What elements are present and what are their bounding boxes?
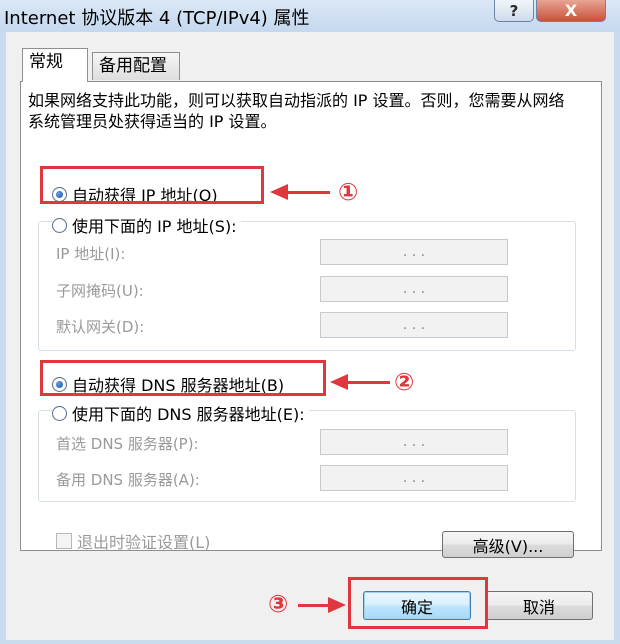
tab-alternate-config[interactable]: 备用配置	[92, 52, 180, 80]
arrow-shaft	[348, 380, 390, 384]
radio-manual-dns-label: 使用下面的 DNS 服务器地址(E):	[72, 405, 305, 424]
arrow-step2	[330, 374, 390, 390]
advanced-button[interactable]: 高级(V)...	[442, 531, 574, 558]
tcpip-properties-dialog: Internet 协议版本 4 (TCP/IPv4) 属性 ? X 常规 备用配…	[0, 0, 620, 644]
highlight-box-auto-dns	[40, 360, 326, 396]
ip-address-value: . . .	[402, 244, 426, 260]
cancel-button[interactable]: 取消	[485, 591, 593, 620]
help-button[interactable]: ?	[494, 0, 534, 22]
default-gateway-input[interactable]: . . .	[320, 312, 508, 338]
radio-manual-dns[interactable]: 使用下面的 DNS 服务器地址(E):	[52, 401, 309, 425]
arrow-left-icon	[330, 374, 348, 390]
arrow-right-icon	[328, 597, 346, 613]
subnet-mask-input[interactable]: . . .	[320, 276, 508, 302]
description-text: 如果网络支持此功能，则可以获取自动指派的 IP 设置。否则，您需要从网络系统管理…	[28, 91, 565, 131]
arrow-shaft	[298, 603, 328, 607]
step3-marker: ③	[268, 590, 289, 618]
arrow-step1	[270, 184, 330, 200]
radio-manual-ip[interactable]: 使用下面的 IP 地址(S):	[52, 213, 241, 237]
validate-on-exit-checkbox[interactable]: 退出时验证设置(L)	[56, 529, 210, 553]
ip-address-label: IP 地址(I):	[56, 245, 126, 263]
radio-button-unchecked-icon[interactable]	[52, 217, 67, 233]
alternate-dns-label: 备用 DNS 服务器(A):	[56, 471, 200, 489]
default-gateway-value: . . .	[402, 317, 426, 333]
tab-general[interactable]: 常规	[22, 48, 88, 82]
preferred-dns-label: 首选 DNS 服务器(P):	[56, 435, 199, 453]
close-button[interactable]: X	[536, 0, 606, 22]
step1-marker: ①	[338, 178, 359, 206]
arrow-left-icon	[270, 184, 288, 200]
alternate-dns-value: . . .	[402, 470, 426, 486]
arrow-shaft	[288, 190, 330, 194]
ip-address-input[interactable]: . . .	[320, 239, 508, 265]
title-bar[interactable]: Internet 协议版本 4 (TCP/IPv4) 属性 ? X	[0, 0, 620, 32]
step2-marker: ②	[394, 368, 415, 396]
window-title: Internet 协议版本 4 (TCP/IPv4) 属性	[4, 8, 310, 29]
highlight-box-ok-button	[348, 577, 488, 629]
radio-button-unchecked-icon[interactable]	[52, 405, 67, 421]
preferred-dns-input[interactable]: . . .	[320, 429, 508, 455]
radio-manual-ip-label: 使用下面的 IP 地址(S):	[72, 217, 237, 236]
validate-on-exit-label: 退出时验证设置(L)	[77, 533, 211, 552]
subnet-mask-value: . . .	[402, 281, 426, 297]
preferred-dns-value: . . .	[402, 434, 426, 450]
checkbox-icon[interactable]	[56, 533, 72, 549]
default-gateway-label: 默认网关(D):	[56, 318, 145, 336]
dialog-body: 常规 备用配置 如果网络支持此功能，则可以获取自动指派的 IP 设置。否则，您需…	[6, 32, 614, 640]
subnet-mask-label: 子网掩码(U):	[56, 282, 144, 300]
arrow-step3	[298, 597, 346, 613]
alternate-dns-input[interactable]: . . .	[320, 465, 508, 491]
highlight-box-auto-ip	[40, 166, 264, 204]
